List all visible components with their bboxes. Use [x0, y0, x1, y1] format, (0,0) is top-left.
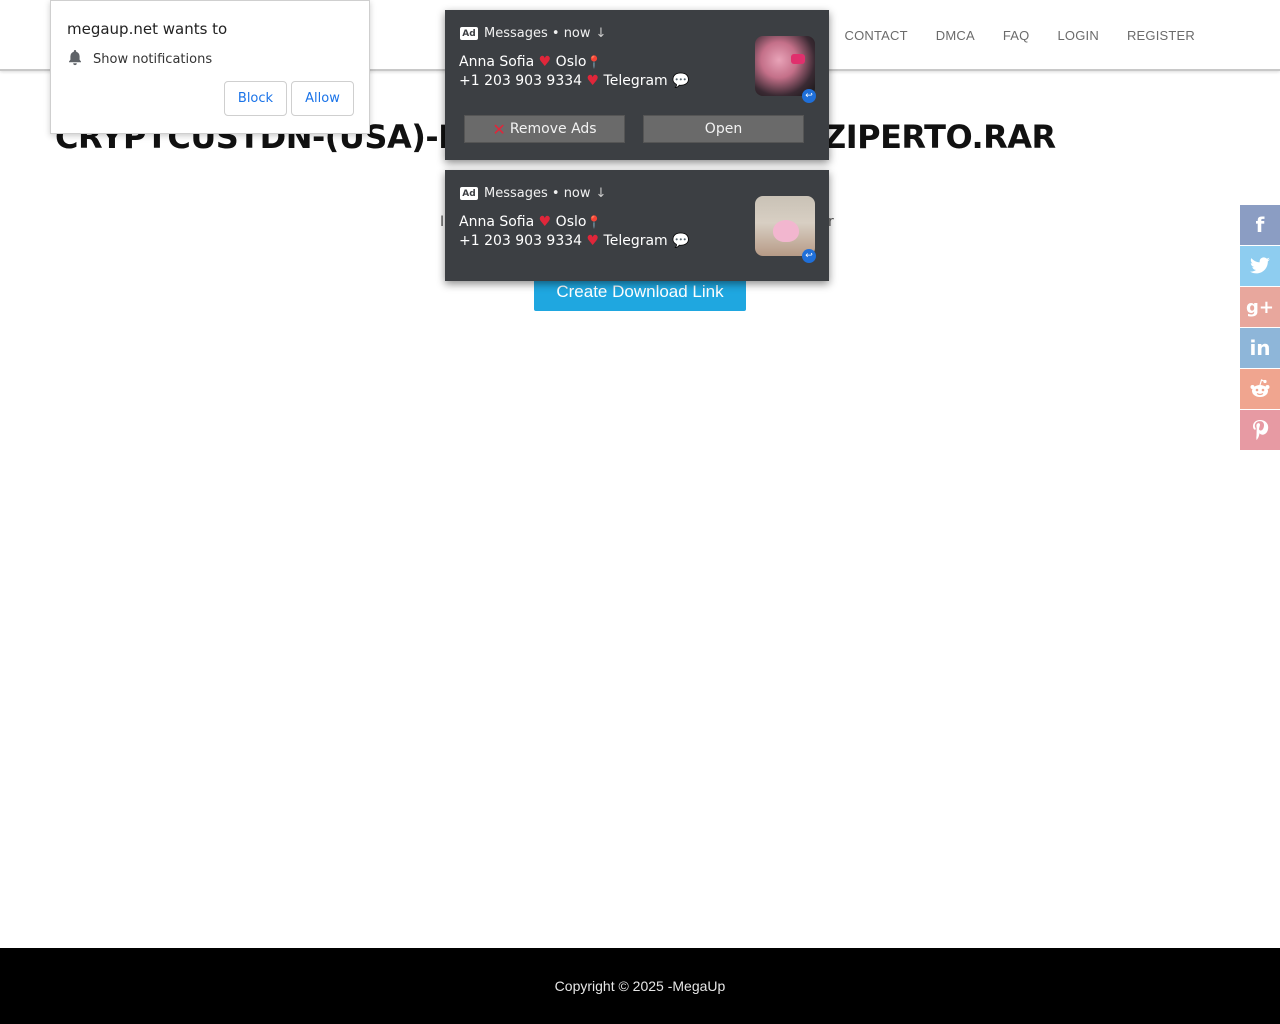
- arrow-down-icon: ↓: [595, 186, 607, 201]
- heart-icon: ♥: [538, 54, 552, 70]
- ad-notification[interactable]: Ad Messages • now ↓ Anna Sofia ♥ Oslo📍 +…: [445, 170, 829, 281]
- pin-icon: 📍: [586, 55, 602, 69]
- linkedin-icon[interactable]: in: [1240, 328, 1280, 368]
- copyright-text: Copyright © 2025 -: [554, 978, 673, 994]
- nav-contact[interactable]: CONTACT: [845, 28, 908, 43]
- ad-icon: Ad: [460, 187, 478, 200]
- speech-bubble-icon: 💬: [672, 73, 690, 89]
- bell-icon: [67, 49, 83, 70]
- heart-icon: ♥: [586, 233, 600, 249]
- notification-thumbnail: [755, 36, 815, 96]
- contact-phone: +1 203 903 9334: [459, 73, 583, 89]
- remove-ads-button[interactable]: ✕ Remove Ads: [464, 115, 625, 143]
- contact-city: Oslo: [555, 54, 587, 70]
- notification-line-1: Anna Sofia ♥ Oslo📍: [459, 54, 601, 70]
- heart-icon: ♥: [538, 214, 552, 230]
- speech-bubble-icon: 💬: [672, 233, 690, 249]
- prompt-title: megaup.net wants to: [67, 20, 228, 38]
- arrow-down-icon: ↓: [595, 26, 607, 41]
- notification-line-2: +1 203 903 9334 ♥ Telegram 💬: [459, 233, 690, 249]
- facebook-icon[interactable]: f: [1240, 205, 1280, 245]
- reddit-icon[interactable]: [1240, 369, 1280, 409]
- contact-city: Oslo: [555, 214, 587, 230]
- nav-register[interactable]: REGISTER: [1127, 28, 1195, 43]
- notification-separator: •: [547, 26, 564, 41]
- open-button[interactable]: Open: [643, 115, 804, 143]
- prompt-item: Show notifications: [67, 49, 212, 70]
- reply-icon: ↩: [802, 249, 816, 263]
- contact-app: Telegram: [603, 73, 668, 89]
- notification-app: Messages: [484, 186, 548, 201]
- page-title-end: ZIPERTO.RAR: [823, 118, 1056, 156]
- contact-phone: +1 203 903 9334: [459, 233, 583, 249]
- notification-header: Ad Messages • now ↓: [460, 186, 606, 201]
- notification-line-1: Anna Sofia ♥ Oslo📍: [459, 214, 601, 230]
- block-button[interactable]: Block: [224, 81, 287, 116]
- pin-icon: 📍: [586, 215, 602, 229]
- prompt-item-label: Show notifications: [93, 52, 213, 67]
- nav-faq[interactable]: FAQ: [1003, 28, 1030, 43]
- close-icon: ✕: [492, 119, 506, 139]
- ad-icon: Ad: [460, 27, 478, 40]
- notification-header: Ad Messages • now ↓: [460, 26, 606, 41]
- footer-brand-link[interactable]: MegaUp: [672, 978, 725, 994]
- site-footer: Copyright © 2025 - MegaUp: [0, 948, 1280, 1024]
- main-nav: CONTACT DMCA FAQ LOGIN REGISTER: [817, 0, 1195, 70]
- notification-line-2: +1 203 903 9334 ♥ Telegram 💬: [459, 73, 690, 89]
- notification-separator: •: [547, 186, 564, 201]
- heart-icon: ♥: [586, 73, 600, 89]
- notification-permission-prompt: megaup.net wants to Show notifications B…: [50, 0, 370, 134]
- file-info-line: I r: [440, 214, 834, 230]
- notification-time: now: [563, 26, 591, 41]
- nav-dmca[interactable]: DMCA: [936, 28, 975, 43]
- contact-name: Anna Sofia: [459, 54, 535, 70]
- notification-time: now: [563, 186, 591, 201]
- notification-thumbnail: [755, 196, 815, 256]
- contact-name: Anna Sofia: [459, 214, 535, 230]
- twitter-icon[interactable]: [1240, 246, 1280, 286]
- pinterest-icon[interactable]: [1240, 410, 1280, 450]
- allow-button[interactable]: Allow: [291, 81, 354, 116]
- notification-app: Messages: [484, 26, 548, 41]
- remove-ads-label: Remove Ads: [509, 121, 597, 137]
- nav-login[interactable]: LOGIN: [1057, 28, 1098, 43]
- reply-icon: ↩: [802, 89, 816, 103]
- google-plus-icon[interactable]: g+: [1240, 287, 1280, 327]
- ad-notification[interactable]: Ad Messages • now ↓ Anna Sofia ♥ Oslo📍 +…: [445, 10, 829, 160]
- contact-app: Telegram: [603, 233, 668, 249]
- social-share-bar: f g+ in: [1240, 205, 1280, 451]
- file-info-left: I: [440, 214, 445, 230]
